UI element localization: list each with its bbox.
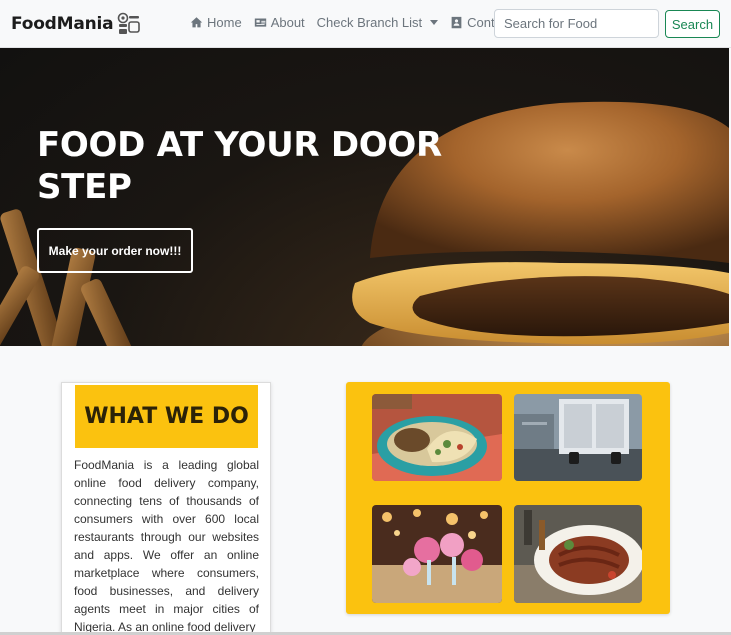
nav-home-label: Home (207, 15, 242, 30)
brand-name[interactable]: FoodMania (11, 14, 114, 34)
gallery-image-restaurant[interactable] (372, 505, 502, 603)
what-we-do-title: WHAT WE DO (84, 404, 249, 429)
steak-image (514, 505, 642, 603)
brand[interactable]: FoodMania (11, 12, 141, 36)
gallery-image-truck[interactable] (514, 394, 642, 481)
restaurant-image (372, 505, 502, 603)
nav-branch-label: Check Branch List (316, 15, 423, 30)
nav-links: Home About Check Branch List Contact (190, 15, 512, 30)
nav-about[interactable]: About (254, 15, 305, 30)
image-gallery (346, 382, 670, 614)
nav-home[interactable]: Home (190, 15, 242, 30)
what-we-do-text: FoodMania is a leading global online foo… (74, 458, 259, 634)
id-card-icon (254, 18, 266, 27)
what-we-do-header: WHAT WE DO (75, 385, 258, 448)
truck-image (514, 394, 642, 481)
search-input[interactable] (494, 9, 659, 38)
home-icon (190, 17, 203, 28)
what-we-do-card: WHAT WE DO FoodMania is a leading global… (61, 382, 271, 635)
nav-about-label: About (270, 15, 305, 30)
hero-banner: FOOD AT YOUR DOOR STEP Make your order n… (0, 48, 729, 346)
gallery-image-steak[interactable] (514, 505, 642, 603)
nav-branch-dropdown[interactable]: Check Branch List (317, 15, 439, 30)
navbar: FoodMania Home About Check Branch List C… (0, 0, 731, 48)
contact-icon (451, 16, 462, 29)
brand-logo-icon (118, 12, 141, 34)
hero-title: FOOD AT YOUR DOOR STEP (37, 125, 442, 207)
gallery-image-tacos[interactable] (372, 394, 502, 481)
search-button[interactable]: Search (665, 10, 720, 38)
caret-down-icon (430, 20, 439, 25)
tacos-image (372, 394, 502, 481)
order-now-button[interactable]: Make your order now!!! (37, 228, 193, 273)
